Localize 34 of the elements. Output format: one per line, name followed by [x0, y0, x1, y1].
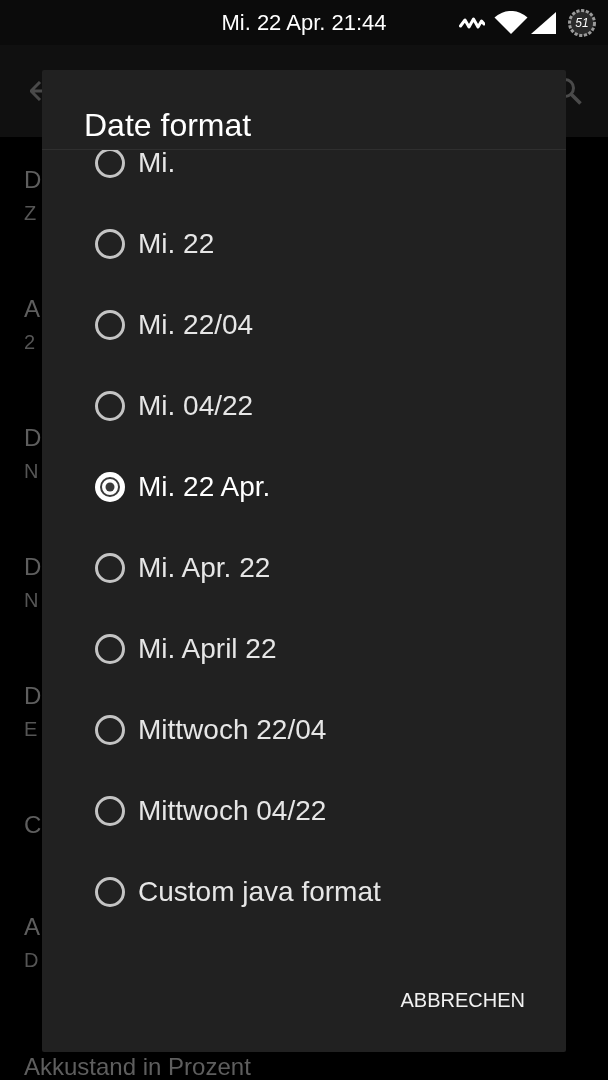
cancel-button[interactable]: ABBRECHEN — [384, 978, 541, 1022]
option-label[interactable]: Mittwoch 22/04 — [138, 712, 327, 747]
radio-button[interactable] — [95, 228, 125, 259]
option-label[interactable]: Mi. 22/04 — [138, 307, 254, 342]
radio-button[interactable] — [95, 150, 125, 178]
signal-icon — [531, 11, 556, 34]
option-label[interactable]: Mi. April 22 — [138, 631, 277, 666]
radio-button[interactable] — [95, 795, 125, 826]
option-label[interactable]: Mi. 22 — [138, 226, 215, 261]
battery-ring-icon — [568, 8, 596, 37]
option-label[interactable]: Mi. 04/22 — [138, 388, 254, 423]
option-label[interactable]: Mi. Apr. 22 — [138, 550, 271, 585]
radio-button[interactable] — [95, 390, 125, 421]
option-label[interactable]: Mi. 22 Apr. — [138, 469, 271, 504]
radio-button[interactable] — [95, 309, 125, 340]
setting-summary: Z — [24, 201, 37, 226]
setting-summary: E — [24, 717, 38, 742]
setting-summary: D — [24, 948, 39, 973]
zigzag-icon — [459, 15, 485, 30]
option-label[interactable]: Custom java format — [138, 874, 381, 909]
dialog-title: Date format — [83, 106, 253, 145]
wifi-icon — [494, 10, 528, 35]
radio-button[interactable] — [95, 552, 125, 583]
setting-summary: N — [24, 459, 39, 484]
setting-summary: 2 — [24, 330, 36, 355]
battery-percent: 51 — [574, 15, 590, 30]
radio-button[interactable] — [95, 633, 125, 664]
radio-button[interactable] — [95, 876, 125, 907]
setting-summary: N — [24, 588, 39, 613]
radio-button[interactable] — [95, 471, 125, 502]
radio-button[interactable] — [95, 714, 125, 745]
option-label[interactable]: Mittwoch 04/22 — [138, 793, 327, 828]
option-label[interactable]: Mi. — [138, 150, 176, 180]
status-time: Mi. 22 Apr. 21:44 — [221, 8, 387, 37]
